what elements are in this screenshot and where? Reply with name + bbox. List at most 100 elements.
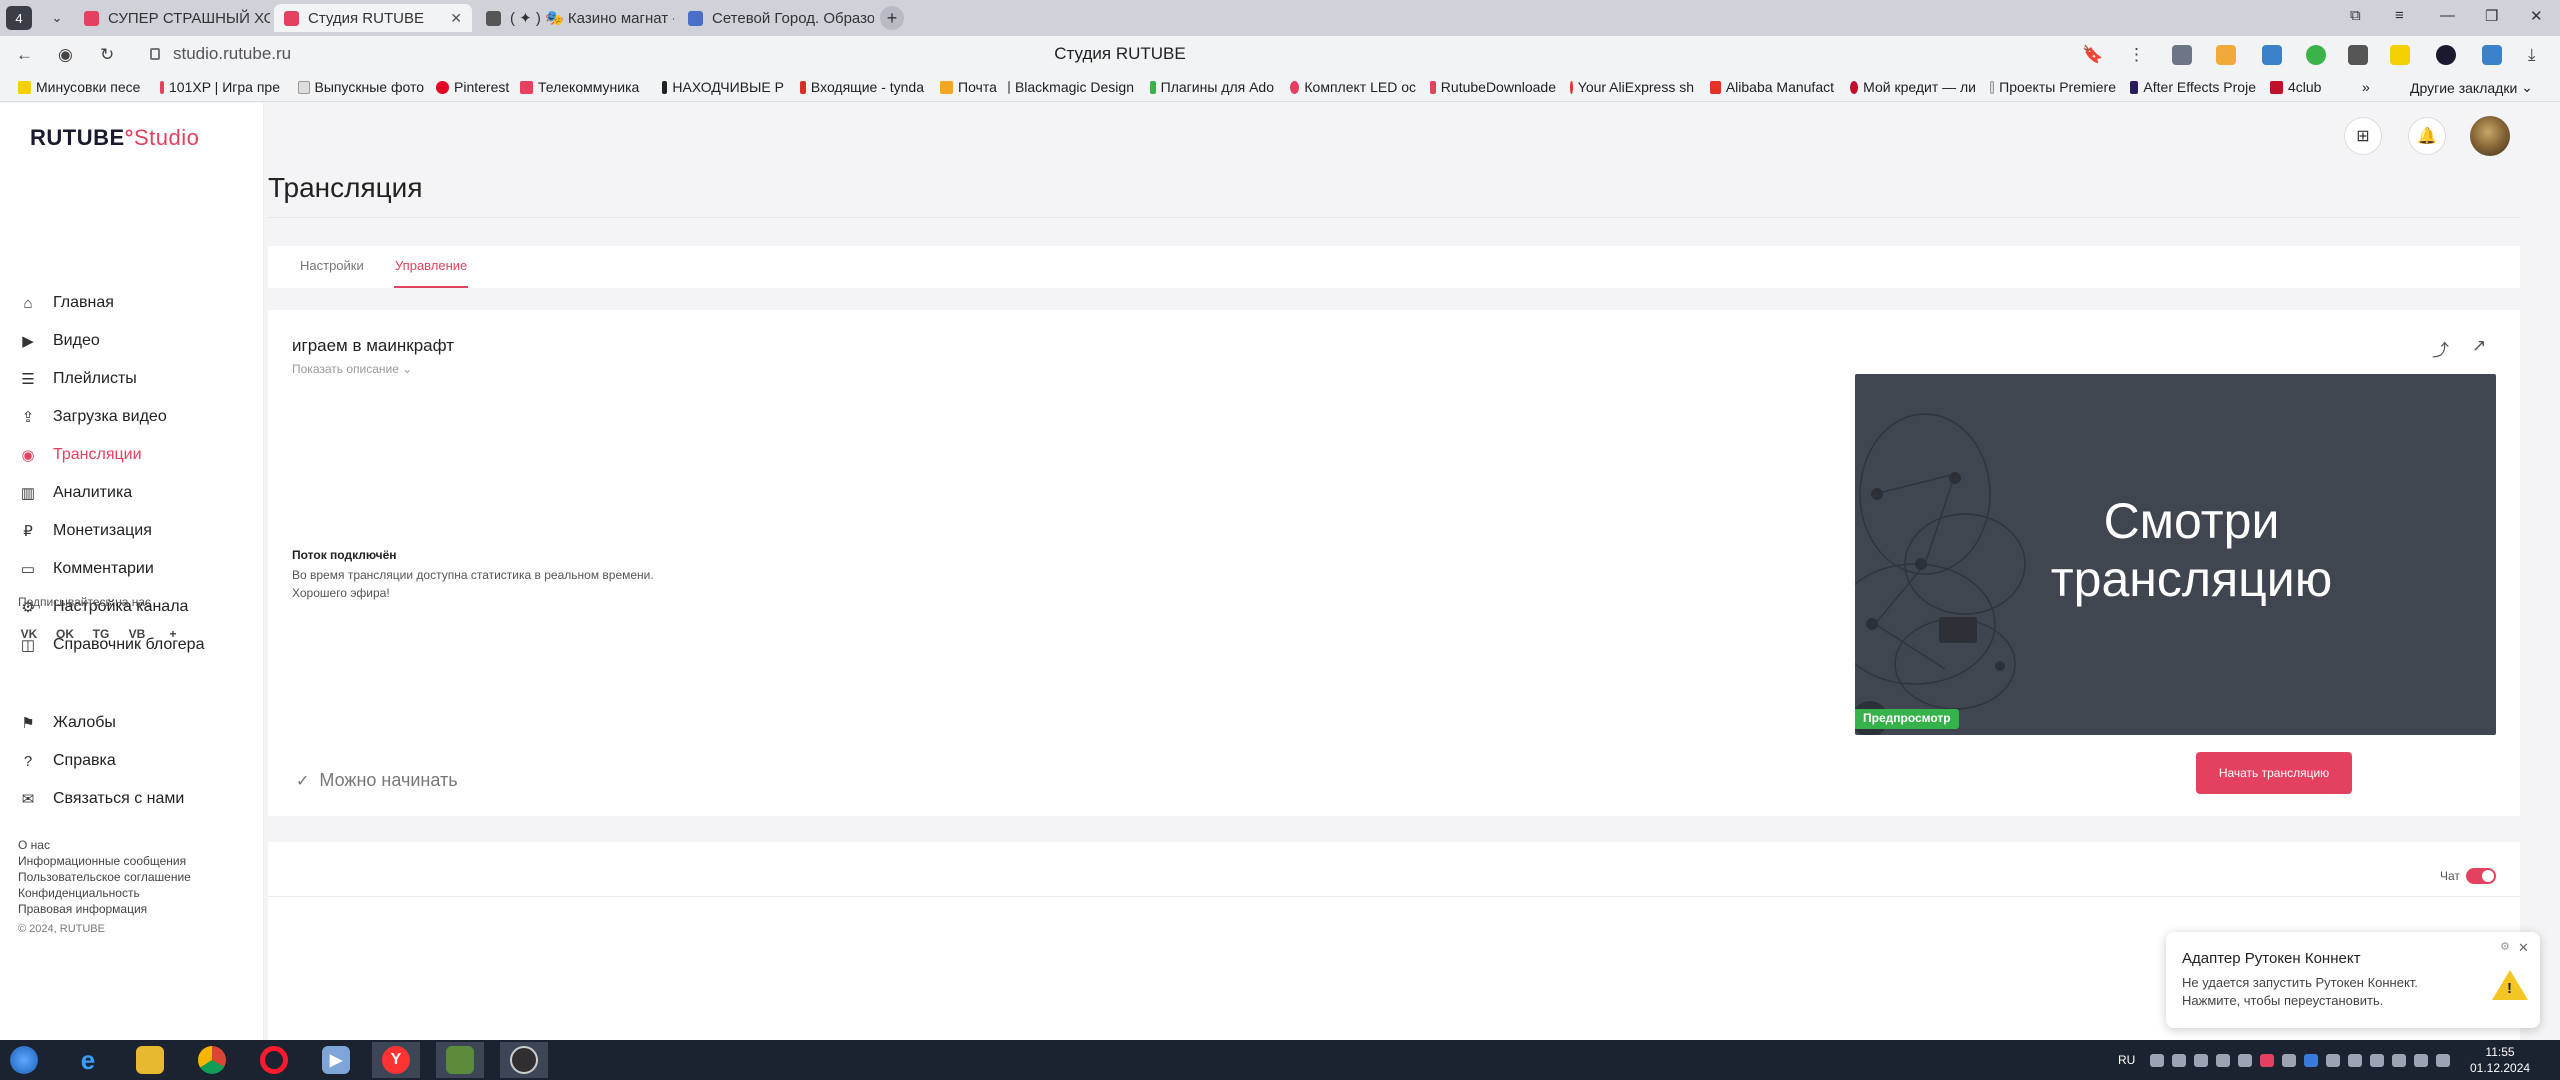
bookmark-item[interactable]: Мой кредит — ли: [1850, 79, 1976, 95]
footer-link-terms[interactable]: Пользовательское соглашение: [18, 870, 191, 884]
network-icon[interactable]: [2392, 1054, 2406, 1067]
tab-rutube-studio[interactable]: Студия RUTUBE ✕: [274, 4, 472, 32]
notification-settings-icon[interactable]: ⚙: [2500, 940, 2510, 953]
tabs-dropdown-icon[interactable]: ⌄: [44, 6, 70, 30]
bookmark-item[interactable]: НАХОДЧИВЫЕ Р: [662, 79, 784, 95]
show-description-toggle[interactable]: Показать описание ⌄: [292, 362, 412, 376]
notifications-button[interactable]: 🔔: [2408, 117, 2446, 155]
bookmark-item[interactable]: Alibaba Manufact: [1710, 79, 1834, 95]
bookmarks-more-button[interactable]: »: [2362, 79, 2370, 95]
tray-icon[interactable]: [2150, 1054, 2164, 1067]
extension-green-icon[interactable]: [2306, 45, 2326, 65]
tab-horror[interactable]: СУПЕР СТРАШНЫЙ ХОР: [74, 4, 270, 32]
telegram-icon[interactable]: TG: [88, 621, 114, 647]
sidebar-item-upload[interactable]: ⇪ Загрузка видео: [18, 400, 258, 434]
sidebar-item-monetization[interactable]: ₽ Монетизация: [18, 514, 258, 548]
bookmark-item[interactable]: 4club: [2270, 79, 2340, 95]
minimize-icon[interactable]: —: [2440, 7, 2455, 24]
bookmark-item[interactable]: Почта: [940, 79, 1002, 95]
sidebar-item-broadcasts[interactable]: ◉ Трансляции: [18, 438, 258, 472]
taskbar-minecraft[interactable]: [436, 1042, 484, 1078]
new-tab-button[interactable]: +: [880, 6, 904, 30]
taskbar-obs[interactable]: [500, 1042, 548, 1078]
extension-hat-icon[interactable]: [2348, 45, 2368, 65]
vk-icon[interactable]: VK: [16, 621, 42, 647]
extension-yellow-icon[interactable]: [2390, 45, 2410, 65]
tray-icon[interactable]: [2436, 1054, 2450, 1067]
close-window-icon[interactable]: ✕: [2530, 7, 2543, 25]
tray-icon[interactable]: [2238, 1054, 2252, 1067]
tray-icon[interactable]: [2282, 1054, 2296, 1067]
volume-icon[interactable]: [2348, 1054, 2362, 1067]
footer-link-legal[interactable]: Правовая информация: [18, 902, 147, 916]
footer-link-about[interactable]: О нас: [18, 838, 50, 852]
sidebar-item-playlists[interactable]: ☰ Плейлисты: [18, 362, 258, 396]
bookmark-item[interactable]: Выпускные фото: [298, 79, 424, 95]
viber-icon[interactable]: VB: [124, 621, 150, 647]
tab-casino[interactable]: ( ✦ ) 🎭 Казино магнат - R: [476, 4, 674, 32]
tray-icon[interactable]: [2216, 1054, 2230, 1067]
sidebar-item-complaints[interactable]: ⚑ Жалобы: [18, 706, 258, 740]
bookmark-item[interactable]: Your AliExpress sh: [1570, 79, 1694, 95]
more-icon[interactable]: ⋮: [2128, 45, 2145, 65]
tab-settings[interactable]: Настройки: [300, 258, 364, 273]
open-external-icon[interactable]: ↗: [2472, 336, 2486, 356]
downloads-icon[interactable]: ⤓: [2528, 45, 2536, 65]
close-tab-icon[interactable]: ✕: [450, 10, 462, 27]
sidebar-item-home[interactable]: ⌂ Главная: [18, 286, 258, 320]
bluetooth-icon[interactable]: [2304, 1054, 2318, 1067]
sidebar-item-contact[interactable]: ✉ Связаться с нами: [18, 782, 258, 816]
sidebar-item-comments[interactable]: ▭ Комментарии: [18, 552, 258, 586]
tab-management[interactable]: Управление: [395, 258, 467, 273]
extension-r-icon[interactable]: [2436, 45, 2456, 65]
ok-icon[interactable]: OK: [52, 621, 78, 647]
taskbar-opera[interactable]: [250, 1042, 298, 1078]
avatar[interactable]: [2470, 116, 2510, 156]
bookmark-item[interactable]: Проекты Premiere: [1990, 79, 2116, 95]
footer-link-privacy[interactable]: Конфиденциальность: [18, 886, 140, 900]
start-button[interactable]: [0, 1042, 48, 1078]
bookmark-item[interactable]: Входящие - tynda: [800, 79, 924, 95]
extension-store-icon[interactable]: [2262, 45, 2282, 65]
bookmark-item[interactable]: RutubeDownloade: [1430, 79, 1556, 95]
bookmark-item[interactable]: Плагины для Ado: [1150, 79, 1274, 95]
rutoken-notification[interactable]: Адаптер Рутокен Коннект Не удается запус…: [2166, 932, 2540, 1028]
steam-tray-icon[interactable]: [2194, 1054, 2208, 1067]
share-icon[interactable]: ⤴: [2432, 336, 2449, 361]
bookmark-item[interactable]: Blackmagic Design: [1008, 79, 1134, 95]
other-bookmarks-folder[interactable]: Другие закладки ⌄: [2410, 79, 2533, 96]
sidebar-item-analytics[interactable]: ▥ Аналитика: [18, 476, 258, 510]
tray-icon[interactable]: [2172, 1054, 2186, 1067]
extension-puzzle-icon[interactable]: [2482, 45, 2502, 65]
bookmark-icon[interactable]: 🔖: [2082, 45, 2103, 65]
collections-icon[interactable]: ⧉: [2350, 7, 2361, 24]
close-notification-icon[interactable]: ✕: [2518, 940, 2529, 956]
bookmark-item[interactable]: After Effects Proje: [2130, 79, 2256, 95]
taskbar-yandex[interactable]: Y: [372, 1042, 420, 1078]
bookmark-item[interactable]: Минусовки песе: [18, 79, 143, 95]
extension-cat-icon[interactable]: [2172, 45, 2192, 65]
upload-video-button[interactable]: ⊞: [2344, 117, 2382, 155]
menu-icon[interactable]: ≡: [2395, 7, 2404, 24]
chat-toggle[interactable]: [2466, 868, 2496, 884]
yandex-tray-icon[interactable]: [2414, 1054, 2428, 1067]
clock[interactable]: 11:55 01.12.2024: [2470, 1044, 2530, 1076]
restore-icon[interactable]: ❐: [2485, 7, 2498, 25]
language-indicator[interactable]: RU: [2118, 1053, 2135, 1067]
tray-icon[interactable]: [2370, 1054, 2384, 1067]
sidebar-item-video[interactable]: ▶ Видео: [18, 324, 258, 358]
taskbar-media[interactable]: ▶: [312, 1042, 360, 1078]
bookmark-item[interactable]: 101XP | Игра пре: [160, 79, 280, 95]
footer-link-info[interactable]: Информационные сообщения: [18, 854, 186, 868]
sidebar-item-help[interactable]: ? Справка: [18, 744, 258, 778]
bookmark-item[interactable]: Комплект LED ос: [1290, 79, 1416, 95]
taskbar-chrome[interactable]: [188, 1042, 236, 1078]
tab-school[interactable]: Сетевой Город. Образова: [678, 4, 874, 32]
extension-play-icon[interactable]: [2216, 45, 2236, 65]
tray-icon[interactable]: [2260, 1054, 2274, 1067]
bookmark-item[interactable]: Телекоммуника: [520, 79, 646, 95]
browser-menu-icon[interactable]: 4: [6, 6, 32, 30]
rutube-studio-logo[interactable]: RUTUBE°Studio: [30, 125, 199, 151]
more-social-icon[interactable]: +: [160, 621, 186, 647]
tray-icon[interactable]: [2326, 1054, 2340, 1067]
